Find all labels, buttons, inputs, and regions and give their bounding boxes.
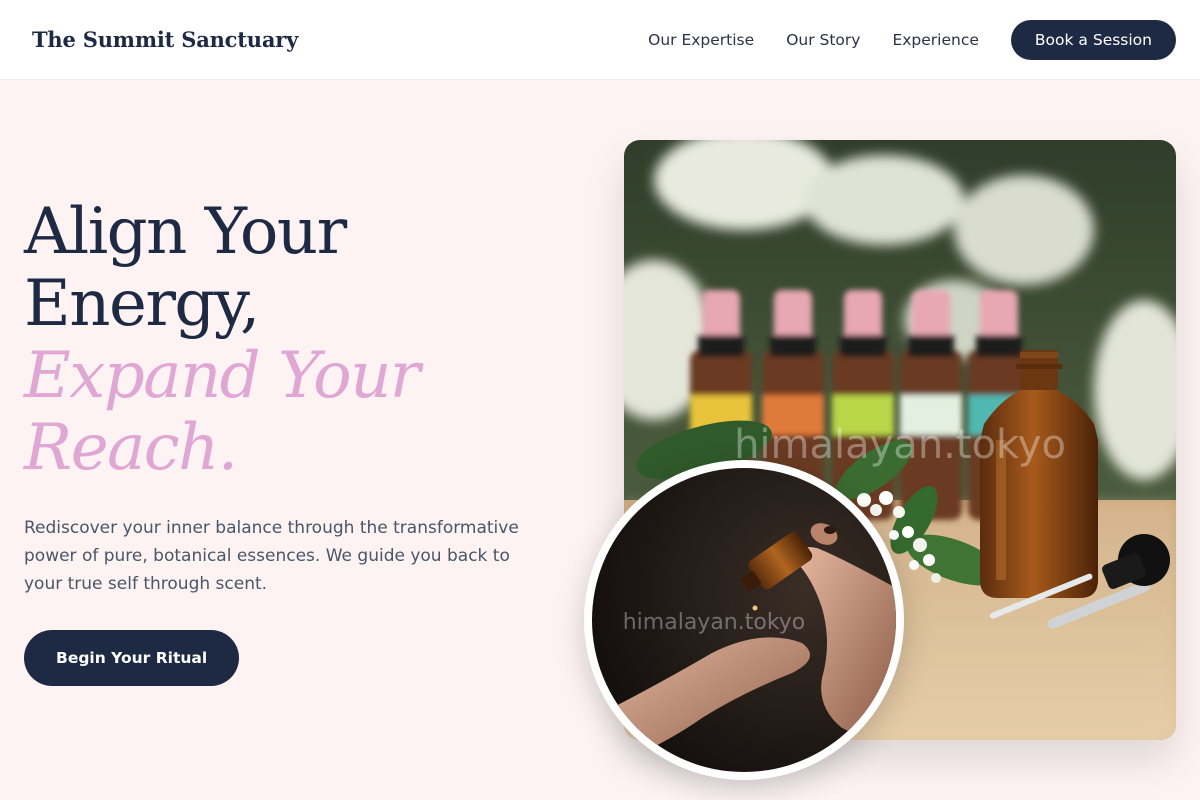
headline-accent-line-1: Expand Your [24, 339, 421, 413]
inset-photo-watermark: himalayan.tokyo [623, 610, 806, 635]
headline-accent-line-2: Reach. [24, 411, 238, 485]
main-photo-watermark: himalayan.tokyo [734, 422, 1066, 468]
main-nav: Our Expertise Our Story Experience Book … [648, 19, 1176, 60]
book-session-button[interactable]: Book a Session [1010, 19, 1176, 60]
hands-oil-photo: himalayan.tokyo [584, 460, 904, 780]
headline-line-1: Align Your [24, 195, 347, 269]
nav-link-our-expertise[interactable]: Our Expertise [648, 31, 754, 49]
begin-ritual-button[interactable]: Begin Your Ritual [24, 630, 240, 686]
hero-headline: Align Your Energy, Expand Your Reach. [24, 196, 564, 484]
site-header: The Summit Sanctuary Our Expertise Our S… [0, 0, 1200, 80]
hero-section: Align Your Energy, Expand Your Reach. Re… [24, 196, 564, 686]
brand-logo[interactable]: The Summit Sanctuary [32, 27, 298, 52]
hero-description: Rediscover your inner balance through th… [24, 518, 519, 594]
nav-link-our-story[interactable]: Our Story [786, 31, 860, 49]
headline-line-2: Energy, [24, 267, 260, 341]
nav-link-experience[interactable]: Experience [892, 31, 978, 49]
